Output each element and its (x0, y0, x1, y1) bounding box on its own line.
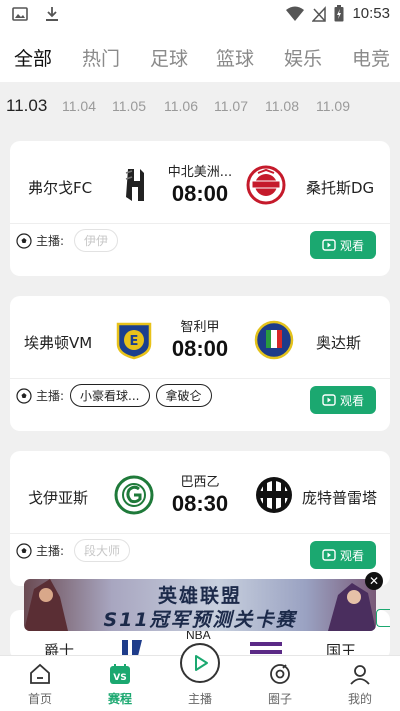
live-icon (322, 394, 336, 406)
date-item[interactable]: 11.03 (6, 96, 47, 116)
tab-esports[interactable]: 电竞 (352, 44, 390, 71)
match-time: 08:30 (171, 491, 229, 516)
schedule-icon: VS (110, 664, 130, 684)
away-team-logo (256, 477, 292, 513)
date-item[interactable]: 11.08 (265, 98, 299, 114)
watch-button[interactable]: 观看 (310, 386, 376, 414)
match-time: 08:00 (171, 336, 229, 361)
away-team-name: 桑托斯DG (306, 179, 375, 197)
date-item[interactable]: 11.07 (214, 98, 248, 114)
away-team-logo (246, 165, 286, 205)
nav-label: 圈子 (267, 692, 292, 706)
date-item[interactable]: 11.06 (164, 98, 198, 114)
watch-label: 观看 (339, 548, 364, 563)
match-time: 08:00 (171, 181, 229, 206)
watch-label: 观看 (339, 238, 364, 253)
home-team-name: 弗尔戈FC (28, 179, 93, 197)
host-row: 主播: 段大师 (16, 539, 131, 562)
status-bar: 10:53 (0, 0, 400, 30)
date-item[interactable]: 11.04 (62, 98, 96, 114)
date-item[interactable]: 11.05 (112, 98, 146, 114)
nav-circle[interactable]: 圈子 (240, 656, 320, 711)
tab-football[interactable]: 足球 (150, 44, 188, 71)
watch-button[interactable]: 观看 (310, 231, 376, 259)
host-chip[interactable]: 拿破仑 (155, 384, 212, 407)
soccer-ball-icon (16, 542, 32, 559)
away-team-logo (254, 320, 294, 360)
battery-icon (334, 5, 344, 22)
home-icon (30, 663, 50, 684)
league-name: 智利甲 (180, 320, 220, 335)
play-icon (195, 655, 208, 671)
play-button[interactable] (180, 643, 220, 683)
host-label: 主播: (36, 544, 65, 558)
soccer-ball-icon (16, 387, 32, 404)
match-card[interactable]: 戈伊亚斯 巴西乙 08:30 庞特普雷塔 主播: 段大师 观看 (10, 451, 390, 586)
date-selector: 11.03 11.04 11.05 11.06 11.07 11.08 11.0… (0, 82, 400, 132)
peek-tag (376, 609, 390, 627)
host-label: 主播: (36, 389, 65, 403)
tab-basketball[interactable]: 篮球 (216, 44, 254, 71)
live-icon (322, 239, 336, 251)
match-card[interactable]: 弗尔戈FC 中北美洲... 08:00 桑托斯DG 主播: 伊伊 观看 (10, 141, 390, 276)
nav-label: 首页 (27, 692, 52, 706)
profile-icon (350, 665, 370, 685)
download-icon (46, 7, 58, 21)
divider (10, 533, 390, 534)
banner-title: 英雄联盟 (157, 585, 242, 607)
banner-subtitle: S11冠军预测关卡赛 (103, 609, 297, 631)
nav-schedule[interactable]: VS 赛程 (80, 656, 160, 711)
promo-banner[interactable]: 英雄联盟 S11冠军预测关卡赛 (24, 579, 376, 631)
soccer-ball-icon (16, 232, 32, 249)
home-team-name: 戈伊亚斯 (28, 489, 89, 507)
home-team-name: 埃弗顿VM (24, 334, 93, 352)
nav-profile[interactable]: 我的 (320, 656, 400, 711)
date-item[interactable]: 11.09 (316, 98, 350, 114)
host-row: 主播: 伊伊 (16, 229, 119, 252)
nav-label: 赛程 (107, 692, 132, 706)
host-chip[interactable]: 段大师 (74, 539, 131, 562)
away-team-name: 庞特普雷塔 (302, 489, 378, 507)
category-tabs: 全部 热门 足球 篮球 娱乐 电竞 (0, 30, 400, 82)
host-chip[interactable]: 小豪看球... (70, 384, 150, 407)
divider (10, 223, 390, 224)
wifi-icon (286, 6, 305, 21)
league-name: 中北美洲... (167, 165, 233, 180)
nav-home[interactable]: 首页 (0, 656, 80, 711)
tab-entertainment[interactable]: 娱乐 (284, 44, 322, 71)
tab-hot[interactable]: 热门 (82, 44, 120, 71)
host-row: 主播: 小豪看球... 拿破仑 (16, 384, 212, 407)
nav-label: 主播 (187, 692, 212, 706)
circle-icon (270, 664, 290, 684)
status-time: 10:53 (352, 5, 390, 22)
image-icon (12, 7, 28, 21)
no-signal-icon (312, 5, 327, 22)
match-card[interactable]: 埃弗顿VM E 智利甲 08:00 奥达斯 主播: 小豪看球... 拿破仑 观看 (10, 296, 390, 431)
divider (10, 378, 390, 379)
watch-label: 观看 (339, 393, 364, 408)
host-label: 主播: (36, 234, 65, 248)
svg-text:E: E (130, 334, 139, 349)
host-chip[interactable]: 伊伊 (74, 229, 119, 252)
live-icon (322, 549, 336, 561)
tab-all[interactable]: 全部 (14, 44, 52, 71)
svg-text:VS: VS (113, 673, 126, 683)
nav-label: 我的 (347, 692, 372, 706)
close-icon[interactable]: ✕ (365, 572, 383, 590)
league-name: 巴西乙 (180, 475, 220, 490)
watch-button[interactable]: 观看 (310, 541, 376, 569)
away-team-name: 奥达斯 (316, 334, 362, 352)
